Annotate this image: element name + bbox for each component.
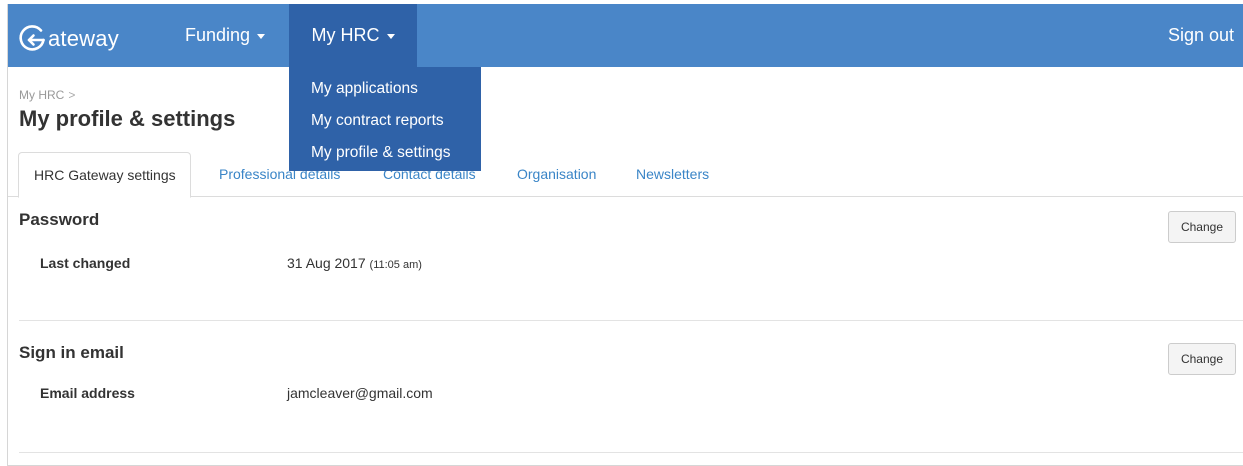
- tab-organisation[interactable]: Organisation: [503, 152, 610, 197]
- sign-out-link[interactable]: Sign out: [1168, 4, 1234, 67]
- section-divider: [19, 320, 1243, 321]
- sign-out-label: Sign out: [1167, 25, 1234, 45]
- nav-my-hrc-label: My HRC: [311, 25, 380, 45]
- caret-down-icon: [386, 34, 395, 39]
- brand-text: ateway: [48, 26, 119, 51]
- nav-my-hrc[interactable]: My HRC: [289, 4, 417, 67]
- last-changed-value: 31 Aug 2017 (11:05 am): [287, 255, 422, 271]
- menu-item-my-profile-settings[interactable]: My profile & settings: [289, 137, 481, 169]
- app-frame: ateway Funding My HRC Sign out My applic…: [7, 4, 1243, 466]
- email-address-value: jamcleaver@gmail.com: [287, 385, 433, 401]
- tab-newsletters[interactable]: Newsletters: [622, 152, 723, 197]
- last-changed-time: (11:05 am): [369, 259, 422, 271]
- last-changed-label: Last changed: [40, 255, 131, 271]
- email-address-label: Email address: [40, 385, 135, 401]
- my-hrc-dropdown-menu: My applications My contract reports My p…: [289, 67, 481, 171]
- breadcrumb-my-hrc[interactable]: My HRC: [19, 88, 64, 102]
- nav-funding-label: Funding: [185, 25, 251, 45]
- breadcrumb: My HRC >: [19, 88, 75, 102]
- change-password-button[interactable]: Change: [1168, 211, 1236, 243]
- page-title: My profile & settings: [19, 106, 236, 131]
- menu-item-my-applications[interactable]: My applications: [289, 73, 481, 105]
- section-divider: [19, 452, 1243, 453]
- settings-tabs: HRC Gateway settings Professional detail…: [8, 152, 1243, 198]
- top-navbar: ateway Funding My HRC Sign out: [8, 4, 1243, 67]
- password-section-title: Password: [19, 210, 100, 229]
- nav-funding[interactable]: Funding: [183, 4, 267, 67]
- tab-hrc-gateway-settings[interactable]: HRC Gateway settings: [18, 152, 191, 198]
- caret-down-icon: [257, 34, 266, 39]
- last-changed-date: 31 Aug 2017: [287, 255, 366, 271]
- change-email-button[interactable]: Change: [1168, 343, 1236, 375]
- menu-item-my-contract-reports[interactable]: My contract reports: [289, 105, 481, 137]
- gateway-g-icon: [17, 24, 47, 54]
- gateway-logo[interactable]: ateway: [17, 18, 119, 54]
- breadcrumb-separator: >: [68, 88, 76, 102]
- sign-in-email-section-title: Sign in email: [19, 343, 124, 362]
